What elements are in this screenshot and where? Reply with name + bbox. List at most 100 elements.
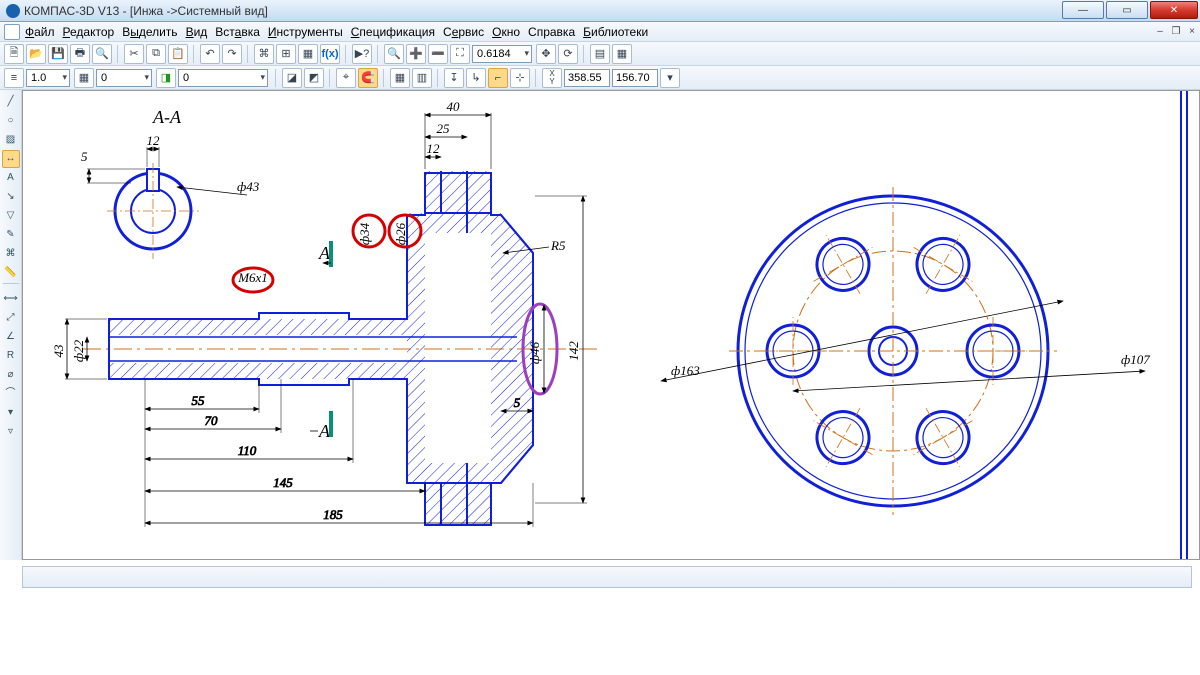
layer-icon[interactable]: ◨ (156, 68, 176, 88)
tool-params[interactable]: ⌘ (2, 245, 20, 263)
print-button[interactable]: 🖶 (70, 44, 90, 64)
svg-text:ф46: ф46 (527, 341, 542, 364)
open-button[interactable]: 📂 (26, 44, 46, 64)
svg-text:25: 25 (437, 121, 451, 136)
save-button[interactable]: 💾 (48, 44, 68, 64)
coord-y-input[interactable]: 156.70 (612, 69, 658, 87)
svg-text:145: 145 (273, 475, 293, 490)
zoom-in-button[interactable]: ➕ (406, 44, 426, 64)
tool-rough[interactable]: ▽ (2, 207, 20, 225)
menu-service[interactable]: Сервис (441, 24, 486, 40)
layer-combo[interactable]: 0 (178, 69, 268, 87)
mdi-close-button[interactable]: × (1184, 26, 1200, 37)
svg-text:142: 142 (566, 341, 581, 361)
grid1-button[interactable]: ▦ (390, 68, 410, 88)
menu-help[interactable]: Справка (526, 24, 577, 40)
menu-spec[interactable]: Спецификация (349, 24, 437, 40)
tool-d[interactable]: ▤ (590, 44, 610, 64)
app-icon (6, 4, 20, 18)
tool-line[interactable]: ╱ (2, 93, 20, 111)
arrow1-button[interactable]: ↧ (444, 68, 464, 88)
menu-select[interactable]: Выделить (120, 24, 179, 40)
menu-libs[interactable]: Библиотеки (581, 24, 650, 40)
copy-button[interactable]: ⧉ (146, 44, 166, 64)
menu-editor[interactable]: Редактор (61, 24, 117, 40)
tool-dim[interactable]: ↔ (2, 150, 20, 168)
coord-menu-button[interactable]: ▾ (660, 68, 680, 88)
tool-edit[interactable]: ✎ (2, 226, 20, 244)
new-button[interactable]: 🗎 (4, 44, 24, 64)
menu-view[interactable]: Вид (184, 24, 210, 40)
zoom-window-button[interactable]: 🔍 (384, 44, 404, 64)
svg-text:ф26: ф26 (393, 222, 408, 245)
maximize-button[interactable]: ▭ (1106, 1, 1148, 19)
menu-tools[interactable]: Инструменты (266, 24, 345, 40)
tool-dim-diam[interactable]: ⌀ (2, 366, 20, 384)
svg-text:185: 185 (323, 507, 343, 522)
svg-text:ф22: ф22 (71, 339, 86, 362)
svg-text:5: 5 (514, 395, 521, 410)
tool-dim-base[interactable]: ▿ (2, 423, 20, 441)
minimize-button[interactable]: — (1062, 1, 1104, 19)
axis-button[interactable]: ⊹ (510, 68, 530, 88)
coord-x-input[interactable]: 358.55 (564, 69, 610, 87)
tool-b[interactable]: ⊞ (276, 44, 296, 64)
tool-a[interactable]: ⌘ (254, 44, 274, 64)
tool-dim-arc[interactable]: ⌒ (2, 385, 20, 403)
tool-dim-angle[interactable]: ∠ (2, 328, 20, 346)
tool-circle[interactable]: ○ (2, 112, 20, 130)
pan-button[interactable]: ✥ (536, 44, 556, 64)
rotate-button[interactable]: ⟳ (558, 44, 578, 64)
tool-e[interactable]: ▦ (612, 44, 632, 64)
line-width-combo[interactable]: 1.0 (26, 69, 70, 87)
section-view: 40 25 12 R5 142 ф46 М6х1 ф34 ф26 43 ф22 (51, 99, 598, 527)
magnet-button[interactable]: 🧲 (358, 68, 378, 88)
tool-dim-radius[interactable]: R (2, 347, 20, 365)
tool-c[interactable]: ▦ (298, 44, 318, 64)
flange-face-view: ф163 ф107 (661, 187, 1150, 515)
left-tool-palette: ╱ ○ ▨ ↔ A ↘ ▽ ✎ ⌘ 📏 ⟷ ⤢ ∠ R ⌀ ⌒ ▾ ▿ (0, 90, 22, 560)
tool-leader[interactable]: ↘ (2, 188, 20, 206)
paste-button[interactable]: 📋 (168, 44, 188, 64)
snap-button[interactable]: ⌖ (336, 68, 356, 88)
menu-window[interactable]: Окно (490, 24, 522, 40)
ortho-button[interactable]: ⌐ (488, 68, 508, 88)
undo-button[interactable]: ↶ (200, 44, 220, 64)
status-bar (22, 566, 1192, 588)
tool-text[interactable]: A (2, 169, 20, 187)
style2-button[interactable]: ▦ (74, 68, 94, 88)
drawing-workspace[interactable]: ф163 ф107 (22, 90, 1200, 560)
redo-button[interactable]: ↷ (222, 44, 242, 64)
standard-toolbar: 🗎 📂 💾 🖶 🔍 ✂ ⧉ 📋 ↶ ↷ ⌘ ⊞ ▦ f(x) ▶? 🔍 ➕ ➖ … (0, 42, 1200, 66)
menu-insert[interactable]: Вставка (213, 24, 262, 40)
grid2-button[interactable]: ▥ (412, 68, 432, 88)
tool-dim-height[interactable]: ▾ (2, 404, 20, 422)
zoom-combo[interactable]: 0.6184 (472, 45, 532, 63)
help-mouse-button[interactable]: ▶? (352, 44, 372, 64)
mode2-button[interactable]: ◩ (304, 68, 324, 88)
svg-text:43: 43 (51, 344, 66, 358)
svg-text:5: 5 (81, 149, 88, 164)
style-index-combo[interactable]: 0 (96, 69, 152, 87)
cut-button[interactable]: ✂ (124, 44, 144, 64)
zoom-fit-button[interactable]: ⛶ (450, 44, 470, 64)
tool-measure[interactable]: 📏 (2, 264, 20, 282)
mdi-icon[interactable] (4, 24, 20, 40)
tool-dim-linear[interactable]: ⟷ (2, 290, 20, 308)
style-button[interactable]: ≡ (4, 68, 24, 88)
mdi-restore-button[interactable]: ❐ (1168, 26, 1184, 37)
close-button[interactable]: ✕ (1150, 1, 1198, 19)
menu-bar: Файл Редактор Выделить Вид Вставка Инстр… (0, 22, 1200, 42)
svg-text:12: 12 (147, 133, 161, 148)
zoom-out-button[interactable]: ➖ (428, 44, 448, 64)
preview-button[interactable]: 🔍 (92, 44, 112, 64)
tool-dim-aligned[interactable]: ⤢ (2, 309, 20, 327)
tool-fx[interactable]: f(x) (320, 44, 340, 64)
arrow2-button[interactable]: ↳ (466, 68, 486, 88)
mdi-min-button[interactable]: – (1152, 26, 1168, 37)
aa-detail: А-А 12 5 ф43 (81, 107, 260, 259)
svg-text:ф107: ф107 (1121, 352, 1150, 367)
menu-file[interactable]: Файл (23, 24, 57, 40)
mode1-button[interactable]: ◪ (282, 68, 302, 88)
tool-hatch[interactable]: ▨ (2, 131, 20, 149)
